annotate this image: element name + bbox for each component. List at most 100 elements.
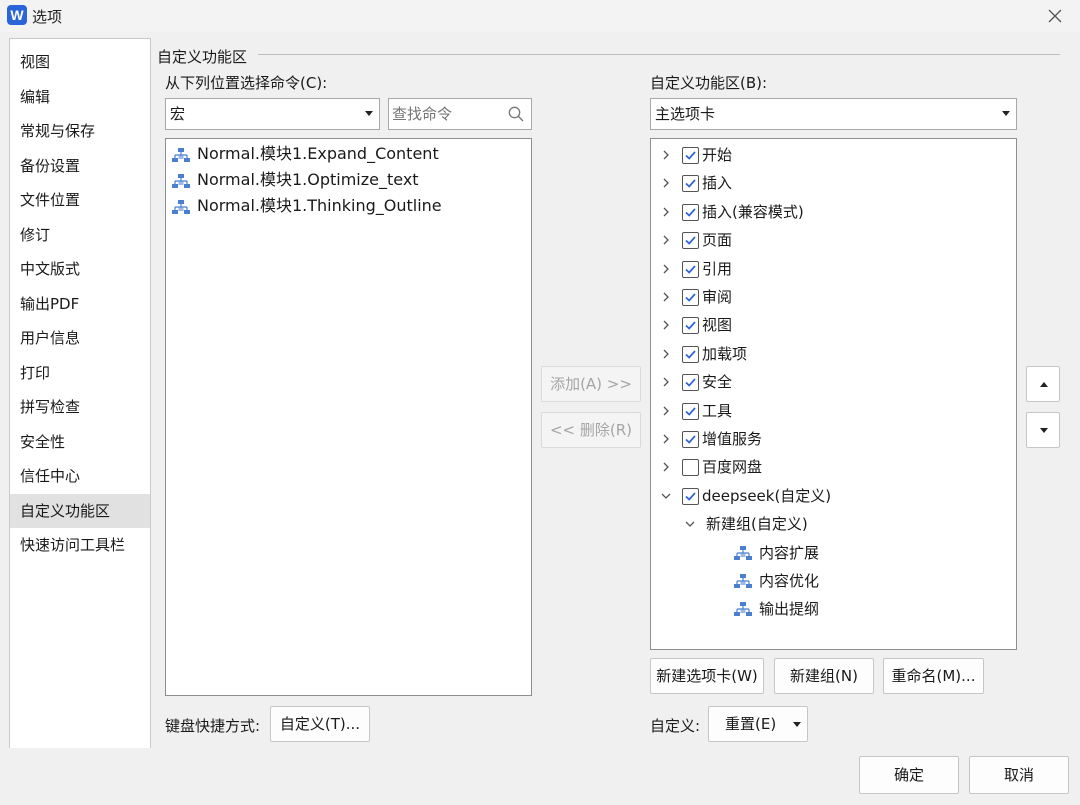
ribbon-tab-item[interactable]: 视图 [651, 312, 1011, 338]
check-icon [685, 265, 696, 274]
chevron-right-icon[interactable] [661, 377, 671, 387]
ribbon-tab-item[interactable]: 页面 [651, 227, 1011, 253]
ribbon-tab-item[interactable]: 开始 [651, 142, 1011, 168]
new-group-button[interactable]: 新建组(N) [774, 658, 874, 694]
tab-label: 视图 [702, 316, 733, 335]
nav-item[interactable]: 用户信息 [10, 321, 150, 356]
ribbon-tab-item[interactable]: 插入(兼容模式) [651, 199, 1011, 225]
tab-label: 工具 [702, 401, 733, 420]
search-icon [508, 106, 524, 122]
group-command-label: 内容优化 [759, 572, 820, 590]
command-item[interactable]: Normal.模块1.Thinking_Outline [171, 194, 442, 218]
chevron-right-icon[interactable] [661, 320, 671, 330]
tab-label: 开始 [702, 146, 733, 164]
macro-icon [172, 199, 190, 214]
ribbon-tab-item[interactable]: 增值服务 [651, 426, 1011, 452]
tab-checkbox[interactable] [682, 459, 699, 477]
dropdown-arrow-icon [1002, 111, 1010, 116]
group-command-item[interactable]: 内容扩展 [651, 540, 1011, 566]
nav-item[interactable]: 安全性 [10, 425, 150, 460]
ribbon-tabs-select[interactable]: 主选项卡 [650, 98, 1017, 130]
ribbon-tree[interactable]: 开始插入插入(兼容模式) 页面引用审阅视图加载项 安全工具增值服务 百度网盘 deeps… [650, 138, 1017, 650]
chevron-right-icon[interactable] [661, 349, 671, 359]
customize-shortcut-button[interactable]: 自定义(T)... [270, 706, 370, 742]
check-icon [685, 435, 696, 444]
tab-checkbox[interactable] [682, 203, 699, 221]
macro-icon [734, 574, 752, 588]
nav-item[interactable]: 自定义功能区 [10, 493, 150, 528]
command-source-select[interactable]: 宏 [165, 98, 380, 130]
ribbon-tab-item[interactable]: 插入 [651, 170, 1011, 196]
tab-checkbox[interactable] [682, 374, 699, 392]
nav-item[interactable]: 备份设置 [10, 149, 150, 184]
command-item[interactable]: Normal.模块1.Optimize_text [171, 168, 419, 192]
group-command-item[interactable]: 内容优化 [651, 568, 1011, 594]
ribbon-tab-item[interactable]: 加载项 [651, 341, 1011, 367]
nav-item[interactable]: 修订 [10, 218, 150, 253]
chevron-right-icon[interactable] [661, 434, 671, 444]
nav-item[interactable]: 快速访问工具栏 [10, 528, 150, 563]
cancel-button[interactable]: 取消 [969, 756, 1069, 794]
ok-button[interactable]: 确定 [859, 756, 959, 794]
chevron-right-icon[interactable] [661, 292, 671, 302]
ribbon-tab-item[interactable]: 工具 [651, 398, 1011, 424]
check-icon [685, 236, 696, 245]
tab-checkbox[interactable] [682, 147, 699, 164]
tab-checkbox[interactable] [682, 402, 699, 420]
tab-checkbox[interactable] [682, 232, 699, 250]
nav-item[interactable]: 编辑 [10, 80, 150, 115]
nav-item[interactable]: 文件位置 [10, 183, 150, 218]
rename-button[interactable]: 重命名(M)... [883, 658, 984, 694]
nav-item[interactable]: 中文版式 [10, 252, 150, 287]
new-tab-button[interactable]: 新建选项卡(W) [650, 658, 764, 694]
nav-item[interactable]: 视图 [10, 45, 150, 80]
chevron-right-icon[interactable] [661, 178, 671, 188]
chevron-down-icon[interactable] [685, 519, 695, 529]
group-label: 新建组(自定义) [706, 515, 808, 534]
group-command-label: 输出提纲 [759, 600, 820, 619]
tab-checkbox[interactable] [682, 260, 699, 278]
move-up-button[interactable] [1026, 366, 1060, 402]
dialog-body: 视图 编辑 常规与保存 备份设置 文件位置 修订 中文版式 输出PDF 用户信息 打印 拼写检查 安全… [0, 32, 1080, 805]
tab-checkbox[interactable] [682, 487, 699, 505]
macro-icon [172, 173, 190, 188]
nav-item[interactable]: 输出PDF [10, 287, 150, 322]
add-button[interactable]: 添加(A) >> [541, 366, 641, 402]
nav-item[interactable]: 拼写检查 [10, 390, 150, 425]
tab-checkbox[interactable] [682, 431, 699, 448]
tab-label: 页面 [702, 231, 733, 250]
macro-icon [734, 602, 752, 617]
command-item[interactable]: Normal.模块1.Expand_Content [171, 142, 439, 166]
tab-checkbox[interactable] [682, 317, 699, 335]
group-command-item[interactable]: 输出提纲 [651, 596, 1011, 622]
chevron-down-icon[interactable] [661, 491, 671, 501]
ribbon-tab-item[interactable]: 审阅 [651, 284, 1011, 310]
macro-icon [734, 545, 752, 560]
chevron-right-icon[interactable] [661, 406, 671, 416]
move-down-button[interactable] [1026, 412, 1060, 448]
nav-item[interactable]: 常规与保存 [10, 114, 150, 149]
chevron-right-icon[interactable] [661, 462, 671, 472]
nav-item[interactable]: 信任中心 [10, 459, 150, 494]
command-list[interactable]: Normal.模块1.Expand_Content Normal.模块1.Opti… [165, 138, 532, 696]
ribbon-tab-item[interactable]: 安全 [651, 369, 1011, 395]
choose-commands-label: 从下列位置选择命令(C): [165, 74, 328, 92]
tab-label: 审阅 [702, 288, 733, 306]
remove-button[interactable]: << 删除(R) [541, 412, 641, 448]
ribbon-tab-item[interactable]: 百度网盘 [651, 454, 1011, 480]
check-icon [685, 208, 696, 217]
tab-checkbox[interactable] [682, 289, 699, 306]
ribbon-tab-item[interactable]: 引用 [651, 256, 1011, 282]
chevron-right-icon[interactable] [661, 264, 671, 274]
tab-checkbox[interactable] [682, 345, 699, 363]
chevron-right-icon[interactable] [661, 207, 671, 217]
reset-dropdown-button[interactable]: 重置(E) [708, 706, 808, 742]
close-button[interactable] [1044, 5, 1066, 27]
tab-checkbox[interactable] [682, 175, 699, 193]
chevron-right-icon[interactable] [661, 150, 671, 160]
command-source-value: 宏 [170, 105, 186, 123]
nav-item[interactable]: 打印 [10, 356, 150, 391]
chevron-right-icon[interactable] [661, 235, 671, 245]
ribbon-tab-item[interactable]: deepseek(自定义) [651, 483, 1011, 509]
ribbon-group-item[interactable]: 新建组(自定义) [651, 511, 1011, 537]
